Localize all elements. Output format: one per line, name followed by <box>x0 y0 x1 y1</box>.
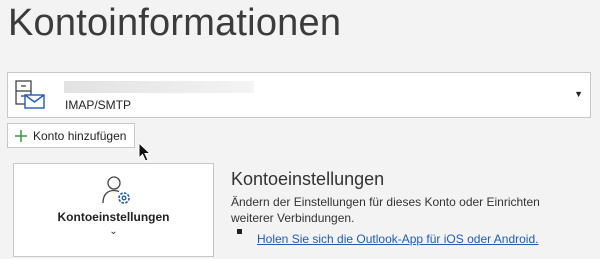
page-title: Kontoinformationen <box>8 2 342 44</box>
add-account-label: Konto hinzufügen <box>33 128 127 143</box>
user-settings-icon <box>100 174 132 206</box>
mail-account-icon <box>14 79 46 111</box>
section-description: Ändern der Einstellungen für dieses Kont… <box>231 195 540 225</box>
add-account-button[interactable]: Konto hinzufügen <box>7 123 136 148</box>
outlook-app-link[interactable]: Holen Sie sich die Outlook-App für iOS o… <box>257 232 538 246</box>
account-settings-tile[interactable]: Kontoeinstellungen ⌄ <box>13 163 214 257</box>
plus-icon <box>14 129 28 143</box>
mouse-cursor-icon <box>138 141 152 162</box>
account-settings-label: Kontoeinstellungen <box>57 210 170 224</box>
account-type: IMAP/SMTP <box>65 98 132 112</box>
bullet-icon <box>237 229 242 234</box>
account-selector[interactable]: IMAP/SMTP ▼ <box>7 72 591 118</box>
account-name <box>64 81 254 93</box>
section-heading: Kontoeinstellungen <box>231 169 385 189</box>
chevron-down-icon: ⌄ <box>109 226 118 237</box>
dropdown-arrow-icon[interactable]: ▼ <box>574 89 583 99</box>
